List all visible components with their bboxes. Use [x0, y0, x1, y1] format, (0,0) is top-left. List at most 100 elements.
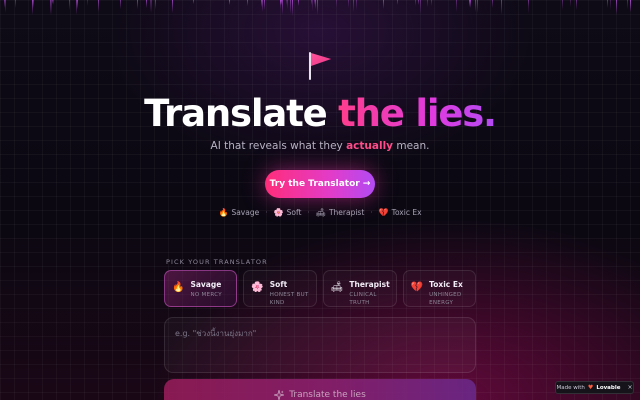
- card-desc: HONEST BUT KIND: [269, 292, 309, 306]
- sparkle-streak: [562, 0, 563, 10]
- broken-heart-icon: 💔: [410, 282, 424, 293]
- mode-preview-toxic-ex: 💔 Toxic Ex: [379, 208, 422, 217]
- mode-preview-savage: 🔥 Savage: [218, 208, 259, 217]
- fire-icon: 🔥: [218, 207, 229, 217]
- card-desc: UNHINGED ENERGY: [429, 292, 462, 306]
- sparkle-streak: [356, 0, 357, 10]
- sparkle-streak: [315, 0, 316, 9]
- flag-icon: [309, 52, 331, 80]
- translate-button[interactable]: Translate the lies: [164, 379, 476, 400]
- hero-subtitle: AI that reveals what they actually mean.: [0, 140, 640, 152]
- sparkle-streak: [610, 0, 611, 10]
- modes-preview: 🔥 Savage · 🌸 Soft · 🛋 Therapist · 💔 Toxi…: [0, 208, 640, 217]
- message-input-wrapper: [164, 317, 476, 373]
- sparkle-streak: [298, 0, 299, 6]
- try-translator-button[interactable]: Try the Translator →: [265, 170, 375, 198]
- sparkle-streak: [87, 0, 88, 6]
- mode-preview-label: Therapist: [328, 208, 365, 217]
- sparkle-streak: [50, 0, 51, 15]
- heart-icon: ♥: [587, 384, 594, 391]
- sparkle-streak: [420, 0, 421, 14]
- sparkle-streak: [570, 0, 571, 7]
- sparkle-streak: [431, 0, 432, 6]
- sparkle-streak: [155, 0, 156, 9]
- separator-dot: ·: [370, 208, 373, 217]
- sparkles-icon: [274, 390, 285, 400]
- sparkle-streak: [76, 0, 77, 15]
- hero-title-part1: Translate: [144, 92, 328, 135]
- sparkle-streak: [607, 0, 608, 8]
- sparkle-streak: [229, 0, 230, 5]
- sparkle-streak: [282, 0, 283, 15]
- sparkle-streak: [98, 0, 99, 12]
- sparkle-streak: [280, 0, 281, 9]
- sparkle-streak: [470, 0, 471, 8]
- separator-dot: ·: [307, 208, 310, 217]
- sparkle-streak: [150, 0, 151, 12]
- sparkle-streak: [51, 0, 52, 15]
- sparkle-streak: [501, 0, 502, 15]
- hero-title: Translate the lies.: [0, 92, 640, 135]
- made-with-lovable-badge[interactable]: Made with ♥ Lovable ×: [555, 381, 634, 394]
- sparkle-streak: [287, 0, 288, 9]
- sparkle-streak: [137, 0, 138, 9]
- card-desc: NO MERCY: [190, 292, 222, 298]
- sparkle-streak: [397, 0, 398, 5]
- sparkle-streak: [336, 0, 337, 8]
- subtitle-before: AI that reveals what they: [210, 140, 347, 152]
- badge-prefix: Made with: [556, 384, 585, 391]
- flower-icon: 🌸: [273, 207, 284, 217]
- separator-dot: ·: [265, 208, 268, 217]
- sparkle-decoration: [0, 0, 640, 22]
- subtitle-after: mean.: [393, 140, 430, 152]
- sparkle-streak: [469, 0, 470, 7]
- sparkle-streak: [477, 0, 478, 13]
- card-name: Soft: [269, 280, 288, 289]
- flower-icon: 🌸: [251, 282, 264, 293]
- translate-button-label: Translate the lies: [289, 390, 366, 400]
- translator-card-therapist[interactable]: 🛋 Therapist CLINICAL TRUTH: [322, 270, 397, 307]
- subtitle-highlight: actually: [346, 140, 394, 152]
- sparkle-streak: [456, 0, 457, 12]
- sparkle-streak: [33, 0, 34, 8]
- couch-icon: 🛋: [330, 282, 344, 293]
- sparkle-streak: [317, 0, 318, 15]
- sparkle-streak: [627, 0, 628, 9]
- card-desc: CLINICAL TRUTH: [349, 292, 377, 306]
- sparkle-streak: [172, 0, 173, 13]
- sparkle-streak: [286, 0, 287, 5]
- card-name: Savage: [190, 280, 222, 289]
- sparkle-streak: [415, 0, 416, 6]
- sparkle-streak: [69, 0, 70, 10]
- sparkle-streak: [151, 0, 152, 13]
- sparkle-streak: [427, 0, 428, 7]
- hero-title-highlight: the lies.: [338, 92, 497, 135]
- mode-preview-soft: 🌸 Soft: [274, 208, 302, 217]
- sparkle-streak: [311, 0, 312, 5]
- close-icon[interactable]: ×: [627, 384, 632, 391]
- mode-preview-label: Soft: [286, 208, 302, 217]
- sparkle-streak: [528, 0, 529, 14]
- sparkle-streak: [616, 0, 617, 15]
- sparkle-streak: [290, 0, 291, 14]
- fire-icon: 🔥: [172, 282, 185, 293]
- message-input[interactable]: [165, 318, 475, 372]
- translator-card-soft[interactable]: 🌸 Soft HONEST BUT KIND: [243, 270, 317, 307]
- badge-brand: Lovable: [596, 384, 621, 391]
- sparkle-streak: [383, 0, 384, 9]
- mode-preview-label: Savage: [231, 208, 260, 217]
- mode-preview-therapist: 🛋 Therapist: [316, 208, 364, 217]
- card-name: Toxic Ex: [429, 280, 463, 289]
- sparkle-streak: [4, 0, 5, 8]
- sparkle-streak: [418, 0, 419, 5]
- sparkle-streak: [53, 0, 54, 5]
- sparkle-streak: [146, 0, 147, 8]
- translator-card-toxic-ex[interactable]: 💔 Toxic Ex UNHINGED ENERGY: [402, 270, 476, 307]
- sparkle-streak: [475, 0, 476, 12]
- sparkle-streak: [15, 0, 16, 8]
- mode-preview-label: Toxic Ex: [391, 208, 422, 217]
- sparkle-streak: [280, 0, 281, 5]
- translator-card-savage[interactable]: 🔥 Savage NO MERCY: [164, 270, 238, 307]
- sparkle-streak: [630, 0, 631, 12]
- translator-picker: 🔥 Savage NO MERCY 🌸 Soft HONEST BUT KIND…: [164, 270, 476, 307]
